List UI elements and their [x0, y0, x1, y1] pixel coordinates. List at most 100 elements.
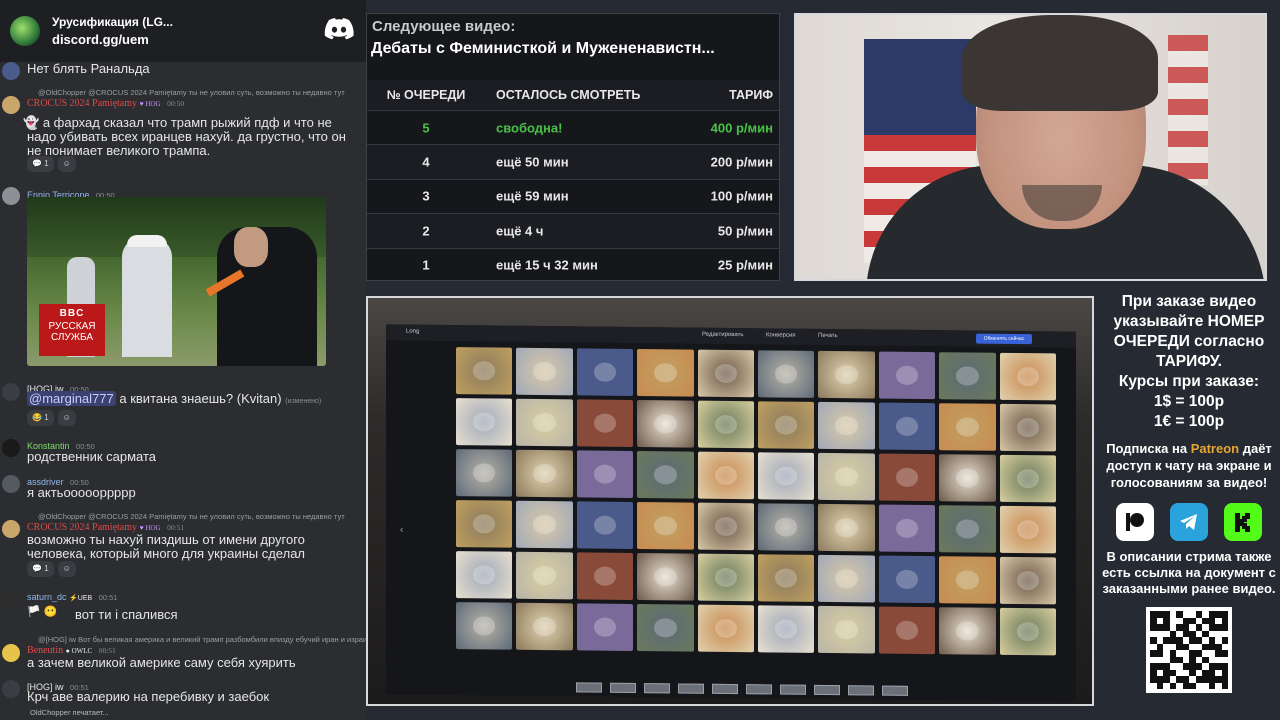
table-row: 1 ещё 15 ч 32 мин 25 р/мин: [367, 247, 779, 282]
collage-tile[interactable]: [576, 603, 634, 651]
collage-tile[interactable]: [576, 399, 634, 447]
collage-tile[interactable]: [758, 503, 815, 551]
thumbnail[interactable]: [712, 683, 738, 695]
collage-tile[interactable]: [818, 503, 875, 552]
collage-tile[interactable]: [637, 604, 694, 652]
streamer-hair: [962, 15, 1158, 111]
collage-tile[interactable]: [939, 454, 996, 502]
collage-tile[interactable]: [758, 554, 815, 602]
collage-tile[interactable]: [818, 452, 875, 501]
collage-tile[interactable]: [456, 500, 513, 548]
toolbar-item-convert[interactable]: Конверсия: [766, 332, 796, 338]
collage-tile[interactable]: [516, 500, 573, 549]
server-invite-link[interactable]: discord.gg/uem: [52, 32, 173, 47]
thumbnail[interactable]: [746, 684, 772, 695]
collage-tile[interactable]: [999, 556, 1056, 605]
collage-tile[interactable]: [758, 452, 815, 500]
collage-tile[interactable]: [697, 451, 754, 500]
collage-tile[interactable]: [516, 347, 573, 396]
collage-tile[interactable]: [637, 349, 694, 397]
collage-tile[interactable]: [999, 607, 1056, 656]
collage-tile[interactable]: [818, 605, 875, 654]
collage-tile[interactable]: [939, 352, 996, 400]
thumbnail[interactable]: [678, 683, 704, 694]
add-reaction-icon[interactable]: ☺: [57, 156, 76, 172]
add-reaction-icon[interactable]: ☺: [57, 561, 76, 577]
prev-arrow-icon[interactable]: ‹: [400, 525, 403, 536]
collage-tile[interactable]: [999, 352, 1056, 401]
collage-tile[interactable]: [878, 555, 936, 604]
thumbnail[interactable]: [576, 682, 602, 693]
collage-tile[interactable]: [576, 501, 634, 549]
reaction[interactable]: 😂 1: [27, 410, 54, 426]
toolbar-item-print[interactable]: Печать: [818, 333, 838, 339]
collage-tile[interactable]: [878, 402, 936, 451]
collage-tile[interactable]: [697, 349, 754, 398]
user-mention[interactable]: @marginal777: [27, 391, 116, 406]
collage-tile[interactable]: [456, 347, 513, 395]
thumbnail[interactable]: [780, 684, 806, 695]
collage-tile[interactable]: [999, 403, 1056, 452]
toolbar-item-edit[interactable]: Редактировать: [702, 332, 743, 338]
collage-tile[interactable]: [758, 605, 815, 653]
username[interactable]: saturn_dc ⚡UEB 00:51: [27, 590, 117, 606]
telegram-icon[interactable]: [1170, 503, 1208, 541]
collage-tile[interactable]: [637, 400, 694, 448]
collage-tile[interactable]: [999, 505, 1056, 554]
collage-tile[interactable]: [939, 607, 996, 655]
collage-tile[interactable]: [758, 350, 815, 398]
collage-tile[interactable]: [878, 606, 936, 655]
collage-tile[interactable]: [516, 602, 573, 651]
rates-title: Курсы при заказе:: [1118, 373, 1260, 390]
collage-tile[interactable]: [697, 400, 754, 449]
action-button[interactable]: Обменять сейчас: [976, 333, 1032, 345]
collage-tile[interactable]: [637, 451, 694, 499]
collage-tile[interactable]: [576, 450, 634, 498]
collage-tile[interactable]: [516, 449, 573, 498]
collage-tile[interactable]: [456, 602, 513, 650]
collage-tile[interactable]: [939, 403, 996, 451]
attached-image[interactable]: BBC РУССКАЯ СЛУЖБА: [27, 197, 326, 366]
collage-tile[interactable]: [878, 351, 936, 400]
thumbnail[interactable]: [610, 682, 636, 694]
kick-icon[interactable]: [1224, 503, 1262, 541]
thumbnail[interactable]: [814, 684, 840, 696]
reaction[interactable]: 💬 1: [27, 561, 54, 577]
thumbnail[interactable]: [882, 685, 908, 696]
collage-tile[interactable]: [878, 504, 936, 553]
collage-tile[interactable]: [818, 554, 875, 603]
qr-code[interactable]: [1146, 607, 1232, 693]
collage-tile[interactable]: [516, 551, 573, 600]
collage-tile[interactable]: [999, 454, 1056, 503]
collage-tile[interactable]: [939, 556, 996, 604]
collage-tile[interactable]: [576, 348, 634, 396]
username[interactable]: CROCUS 2024 Pamiętamy ♥ HOG 00:50: [27, 97, 184, 111]
time-left: ещё 59 мин: [496, 188, 569, 204]
time-left: ещё 4 ч: [496, 223, 544, 239]
collage-tile[interactable]: [637, 553, 694, 601]
collage-tile[interactable]: [818, 350, 875, 399]
collage-tile[interactable]: [456, 551, 513, 599]
collage-tile[interactable]: [758, 401, 815, 449]
collage-tile[interactable]: [697, 553, 754, 602]
collage-tile[interactable]: [516, 398, 573, 447]
collage-tile[interactable]: [818, 401, 875, 450]
role-badge: ♥ HOG: [139, 100, 161, 108]
reaction[interactable]: 💬 1: [27, 156, 54, 172]
timestamp: 00:51: [98, 593, 118, 602]
add-reaction-icon[interactable]: ☺: [57, 410, 76, 426]
thumbnail[interactable]: [644, 683, 670, 694]
patreon-icon[interactable]: [1116, 503, 1154, 541]
collage-tile[interactable]: [697, 604, 754, 653]
next-video-title: Дебаты с Феминисткой и Мужененавистн...: [371, 40, 715, 57]
thumbnail[interactable]: [848, 685, 874, 696]
collage-tile[interactable]: [878, 453, 936, 502]
collage-tile[interactable]: [456, 449, 513, 497]
collage-tile[interactable]: [576, 552, 634, 600]
server-avatar[interactable]: [10, 16, 40, 46]
collage-tile[interactable]: [697, 502, 754, 551]
patreon-link[interactable]: Patreon: [1191, 441, 1239, 456]
collage-tile[interactable]: [456, 398, 513, 446]
collage-tile[interactable]: [939, 505, 996, 553]
collage-tile[interactable]: [637, 502, 694, 550]
